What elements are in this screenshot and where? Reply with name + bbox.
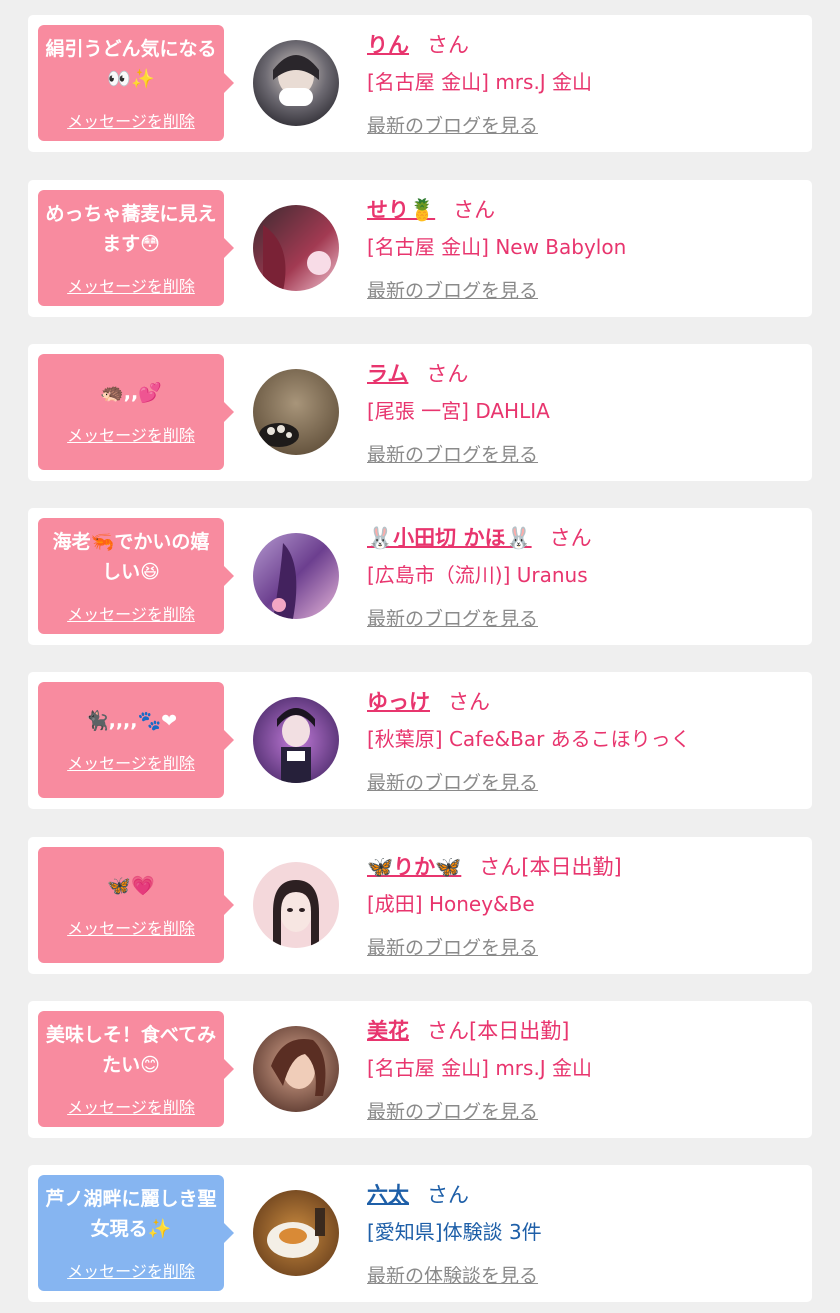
shop-name: [秋葉原] Cafe&Bar あるこほりっく (367, 727, 691, 751)
delete-message-link[interactable]: メッセージを削除 (67, 1094, 195, 1118)
cast-name-link[interactable]: ゆっけ (367, 690, 430, 714)
message-bubble: 絹引うどん気になる👀✨ メッセージを削除 (38, 25, 234, 141)
latest-blog-link[interactable]: 最新のブログを見る (367, 111, 538, 138)
honorific: さん (427, 1183, 469, 1207)
message-list: 絹引うどん気になる👀✨ メッセージを削除 りん さん [名古屋 金山] mrs.J… (0, 0, 840, 1313)
avatar[interactable] (253, 533, 339, 619)
honorific: さん[本日出勤] (479, 855, 622, 879)
cast-name-link[interactable]: 六太 (367, 1183, 409, 1207)
message-card: 美味しそ！食べてみたい😊 メッセージを削除 美花 さん[本日出勤] [名古屋 金山… (28, 1001, 812, 1138)
honorific: さん (427, 33, 469, 57)
message-text: 絹引うどん気になる👀✨ (45, 38, 217, 90)
message-card: 🦔,,💕 メッセージを削除 ラム さん [尾張 一宮] DAHLIA 最新のブログ… (28, 344, 812, 481)
delete-message-link[interactable]: メッセージを削除 (67, 108, 195, 132)
delete-message-link[interactable]: メッセージを削除 (67, 273, 195, 297)
latest-blog-link[interactable]: 最新のブログを見る (367, 604, 538, 631)
message-bubble: めっちゃ蕎麦に見えます😳 メッセージを削除 (38, 190, 234, 306)
avatar[interactable] (253, 369, 339, 455)
shop-name: [名古屋 金山] mrs.J 金山 (367, 70, 593, 94)
cast-name-link[interactable]: せり🍍 (367, 198, 435, 222)
latest-blog-link[interactable]: 最新のブログを見る (367, 1097, 538, 1124)
message-card: 🦋💗 メッセージを削除 🦋りか🦋 さん[本日出勤] [成田] Honey&Be 最… (28, 837, 812, 974)
avatar[interactable] (253, 862, 339, 948)
avatar[interactable] (253, 1190, 339, 1276)
cast-name-link[interactable]: りん (367, 33, 409, 57)
shop-name: [名古屋 金山] New Babylon (367, 235, 627, 259)
delete-message-link[interactable]: メッセージを削除 (67, 601, 195, 625)
cast-name-link[interactable]: 🦋りか🦋 (367, 855, 461, 879)
shop-name: [愛知県]体験談 3件 (367, 1220, 542, 1244)
message-bubble: 🦋💗 メッセージを削除 (38, 847, 234, 963)
message-card: 海老🦐でかいの嬉しい😆 メッセージを削除 🐰小田切 かほ🐰 さん [広島市（流川)… (28, 508, 812, 645)
delete-message-link[interactable]: メッセージを削除 (67, 1258, 195, 1282)
honorific: さん[本日出勤] (427, 1019, 570, 1043)
message-text: 🦋💗 (107, 875, 155, 897)
message-text: 🐈‍⬛,,,,🐾❤ (84, 710, 178, 732)
avatar[interactable] (253, 40, 339, 126)
honorific: さん (426, 362, 469, 386)
honorific: さん (453, 198, 496, 222)
shop-name: [名古屋 金山] mrs.J 金山 (367, 1056, 593, 1080)
message-text: 🦔,,💕 (100, 382, 162, 404)
message-text: めっちゃ蕎麦に見えます😳 (45, 203, 217, 255)
message-card: 🐈‍⬛,,,,🐾❤ メッセージを削除 ゆっけ さん [秋葉原] Cafe&Bar … (28, 672, 812, 809)
delete-message-link[interactable]: メッセージを削除 (67, 915, 195, 939)
shop-name: [尾張 一宮] DAHLIA (367, 399, 550, 423)
message-card: 芦ノ湖畔に麗しき聖女現る✨ メッセージを削除 六太 さん [愛知県]体験談 3件 … (28, 1165, 812, 1302)
message-bubble: 🐈‍⬛,,,,🐾❤ メッセージを削除 (38, 682, 234, 798)
honorific: さん (448, 690, 490, 714)
latest-blog-link[interactable]: 最新のブログを見る (367, 768, 538, 795)
avatar[interactable] (253, 1026, 339, 1112)
message-text: 芦ノ湖畔に麗しき聖女現る✨ (45, 1188, 217, 1240)
delete-message-link[interactable]: メッセージを削除 (67, 750, 195, 774)
latest-review-link[interactable]: 最新の体験談を見る (367, 1261, 538, 1288)
shop-name: [成田] Honey&Be (367, 892, 535, 916)
latest-blog-link[interactable]: 最新のブログを見る (367, 276, 538, 303)
latest-blog-link[interactable]: 最新のブログを見る (367, 933, 538, 960)
avatar[interactable] (253, 697, 339, 783)
avatar[interactable] (253, 205, 339, 291)
honorific: さん (549, 526, 592, 550)
cast-name-link[interactable]: 美花 (367, 1019, 409, 1043)
message-text: 美味しそ！食べてみたい😊 (45, 1024, 217, 1076)
cast-name-link[interactable]: 🐰小田切 かほ🐰 (367, 526, 532, 550)
message-bubble: 🦔,,💕 メッセージを削除 (38, 354, 234, 470)
message-card: めっちゃ蕎麦に見えます😳 メッセージを削除 せり🍍 さん [名古屋 金山] New… (28, 180, 812, 317)
shop-name: [広島市（流川)] Uranus (367, 563, 588, 587)
latest-blog-link[interactable]: 最新のブログを見る (367, 440, 538, 467)
cast-name-link[interactable]: ラム (367, 362, 408, 386)
delete-message-link[interactable]: メッセージを削除 (67, 422, 195, 446)
message-text: 海老🦐でかいの嬉しい😆 (52, 531, 210, 583)
message-bubble: 芦ノ湖畔に麗しき聖女現る✨ メッセージを削除 (38, 1175, 234, 1291)
message-bubble: 海老🦐でかいの嬉しい😆 メッセージを削除 (38, 518, 234, 634)
message-card: 絹引うどん気になる👀✨ メッセージを削除 りん さん [名古屋 金山] mrs.J… (28, 15, 812, 152)
message-bubble: 美味しそ！食べてみたい😊 メッセージを削除 (38, 1011, 234, 1127)
